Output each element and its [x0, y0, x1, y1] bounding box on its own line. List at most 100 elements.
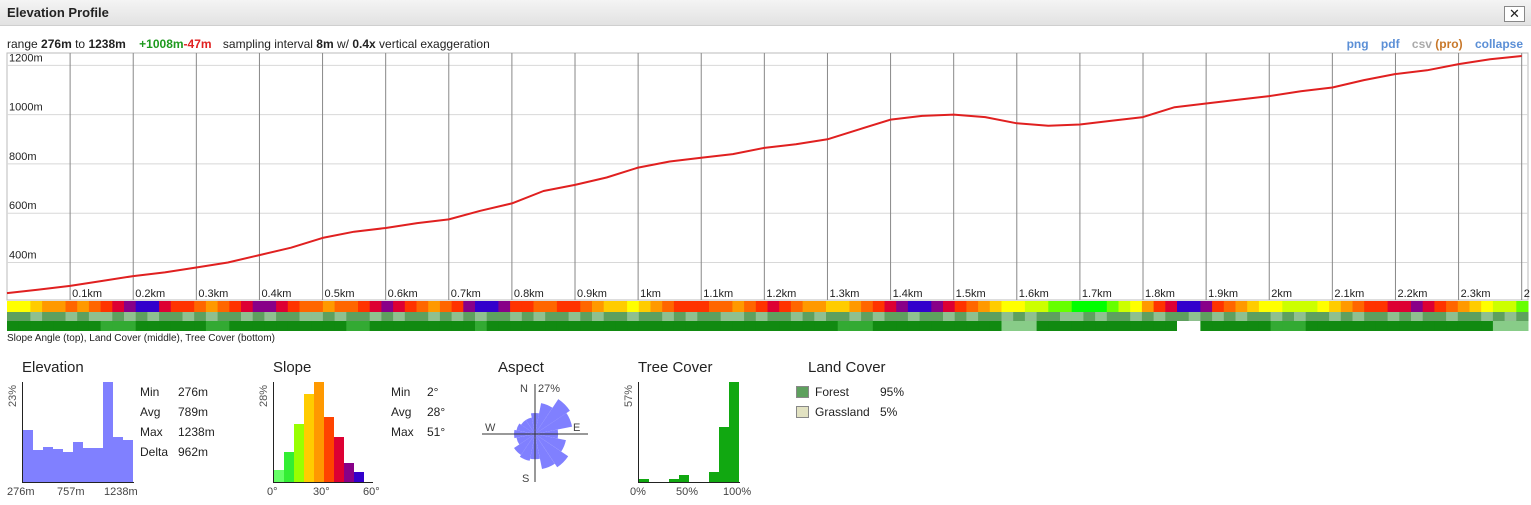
- slope-strip-cell: [322, 301, 336, 312]
- tree-cover-strip-cell: [1071, 321, 1084, 331]
- png-link[interactable]: png: [1347, 37, 1369, 51]
- slope-strip-cell: [358, 301, 371, 312]
- collapse-link[interactable]: collapse: [1475, 37, 1523, 51]
- tree-cover-strip-cell: [1024, 321, 1038, 331]
- tree-cover-strip-cell: [404, 321, 417, 331]
- tree-cover-strip-cell: [872, 321, 885, 331]
- slope-strip-cell: [1153, 301, 1166, 312]
- forest-swatch: [796, 386, 809, 398]
- x-tick-label: 1.6km: [1019, 288, 1049, 300]
- slope-strip-cell: [1247, 301, 1260, 312]
- tree-cover-strip-cell: [77, 321, 90, 331]
- land-cover-strip-cell: [720, 312, 733, 321]
- tree-cover-strip-cell: [1399, 321, 1412, 331]
- slope-strip-cell: [1329, 301, 1342, 312]
- slope-strip-cell: [814, 301, 827, 312]
- range-min: 276m: [41, 37, 72, 51]
- histogram-bar: [83, 448, 93, 482]
- histogram-bar: [23, 430, 33, 482]
- slope-strip-cell: [65, 301, 78, 312]
- slope-strip-cell: [1516, 301, 1529, 312]
- slope-strip-cell: [1387, 301, 1400, 312]
- histogram-bar: [123, 440, 133, 482]
- aspect-south-label: S: [522, 473, 529, 484]
- tree-cover-strip-cell: [311, 321, 324, 331]
- tree-cover-strip-cell: [381, 321, 394, 331]
- x-tick-label: 2km: [1271, 288, 1292, 300]
- slope-strip-cell: [638, 301, 651, 312]
- land-cover-strip-cell: [907, 312, 921, 321]
- slope-strip-cell: [147, 301, 160, 312]
- land-cover-strip-cell: [1387, 312, 1400, 321]
- land-cover-strip-cell: [182, 312, 195, 321]
- slope-strip-cell: [1258, 301, 1272, 312]
- slope-strip-cell: [849, 301, 862, 312]
- slope-strip-cell: [182, 301, 195, 312]
- land-cover-strip-cell: [334, 312, 347, 321]
- close-button[interactable]: ✕: [1504, 6, 1525, 22]
- slope-strip-cell: [1118, 301, 1131, 312]
- land-cover-strip-cell: [252, 312, 265, 321]
- tree-cover-strip-cell: [1060, 321, 1073, 331]
- tree-cover-strip-cell: [849, 321, 862, 331]
- land-cover-strip-cell: [287, 312, 300, 321]
- tree-cover-strip-cell: [1364, 321, 1377, 331]
- tree-cover-strip-cell: [241, 321, 254, 331]
- slope-strip-cell: [1305, 301, 1318, 312]
- pdf-link[interactable]: pdf: [1381, 37, 1400, 51]
- tree-cover-strip-cell: [896, 321, 909, 331]
- histogram-bar: [354, 472, 364, 482]
- tree-cover-strip-cell: [287, 321, 300, 331]
- slope-strip-cell: [1130, 301, 1143, 312]
- tree-cover-strip-cell: [346, 321, 359, 331]
- tree-cover-strip-cell: [322, 321, 336, 331]
- slope-strip-cell: [1071, 301, 1084, 312]
- land-cover-strip-cell: [369, 312, 382, 321]
- slope-strip-cell: [1375, 301, 1389, 312]
- land-cover-strip-cell: [100, 312, 113, 321]
- tree-cover-strip-cell: [428, 321, 441, 331]
- land-cover-strip-cell: [264, 312, 277, 321]
- land-cover-strip-cell: [1153, 312, 1166, 321]
- land-cover-strip-cell: [1258, 312, 1272, 321]
- land-cover-strip-cell: [65, 312, 78, 321]
- slope-strip-cell: [1270, 301, 1283, 312]
- land-cover-strip-cell: [486, 312, 499, 321]
- tree-cover-strip-cell: [1282, 321, 1295, 331]
- histogram-bar: [73, 442, 83, 482]
- slope-strip-cell: [439, 301, 453, 312]
- slope-strip-cell: [241, 301, 254, 312]
- y-tick-label: 1000m: [9, 102, 43, 114]
- csv-link[interactable]: csv: [1412, 37, 1432, 51]
- land-cover-strip-cell: [77, 312, 90, 321]
- slope-stats: Min 2° Avg 28° Max 51°: [391, 382, 445, 442]
- slope-strip-cell: [1399, 301, 1412, 312]
- land-cover-strip-cell: [978, 312, 991, 321]
- tree-cover-strip-cell: [1422, 321, 1435, 331]
- elevation-profile-chart[interactable]: 1200m 1000m 800m 600m 400m 0.1km 0.2km 0.3km 0.4…: [0, 50, 1531, 334]
- tree-cover-strip-cell: [1492, 321, 1506, 331]
- x-tick-label: 0.6km: [388, 288, 418, 300]
- slope-strip-cell: [720, 301, 733, 312]
- land-cover-strip-cell: [1434, 312, 1447, 321]
- tree-cover-strip-cell: [53, 321, 66, 331]
- slope-strip-cell: [77, 301, 90, 312]
- slope-strip-cell: [545, 301, 558, 312]
- tree-cover-peak-pct: 57%: [623, 384, 635, 407]
- land-cover-strip-cell: [1504, 312, 1517, 321]
- slope-strip-cell: [112, 301, 125, 312]
- tree-cover-strip-cell: [1200, 321, 1213, 331]
- tree-cover-strip-cell: [568, 321, 581, 331]
- tree-cover-strip-cell: [1095, 321, 1108, 331]
- tree-cover-strip-cell: [135, 321, 148, 331]
- tree-cover-strip-cell: [1036, 321, 1049, 331]
- tree-cover-strip-cell: [603, 321, 616, 331]
- land-cover-strip-cell: [416, 312, 429, 321]
- slope-strip-cell: [592, 301, 605, 312]
- histogram-bar: [669, 479, 679, 482]
- elevation-axis-max: 1238m: [104, 486, 138, 498]
- slope-strip-cell: [533, 301, 546, 312]
- slope-strip-cell: [451, 301, 464, 312]
- histogram-bar: [93, 448, 103, 482]
- land-cover-strip-cell: [638, 312, 651, 321]
